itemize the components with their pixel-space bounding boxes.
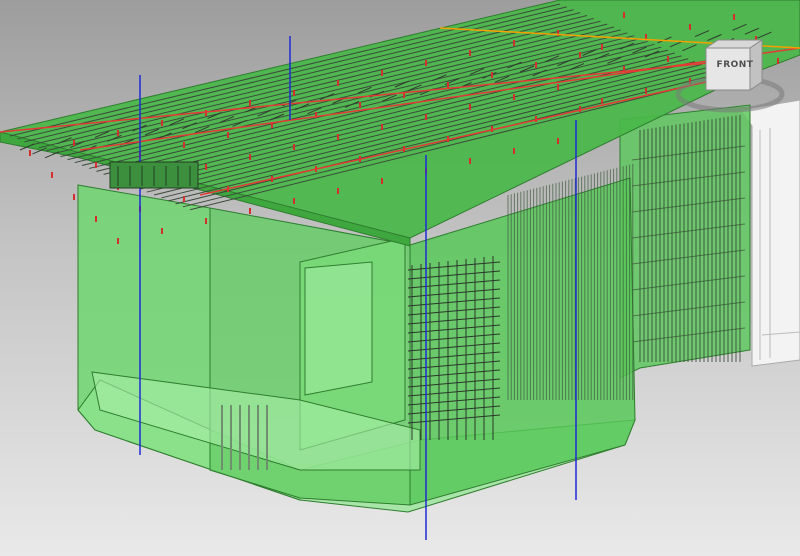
deck-anchor-block bbox=[109, 161, 199, 189]
viewcube-face-label[interactable]: FRONT bbox=[710, 60, 760, 70]
viewcube[interactable]: FRONT bbox=[672, 28, 788, 124]
viewcube-icon[interactable] bbox=[672, 28, 788, 124]
3d-viewport[interactable]: FRONT bbox=[0, 0, 800, 556]
inner-diaphragm-block bbox=[304, 261, 373, 396]
